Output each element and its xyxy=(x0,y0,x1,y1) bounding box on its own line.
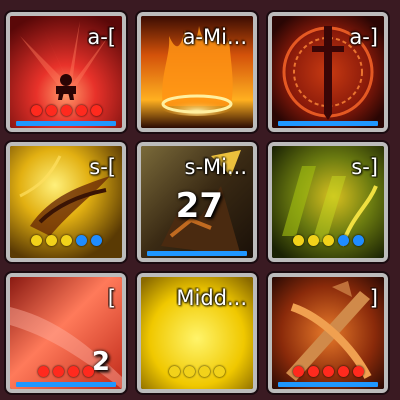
skill-hotbar-grid: a-[ a-Mi... a-] s-[s-Mi... 27 s-] [2 M… xyxy=(0,0,400,400)
keybind-label: s-Mi... xyxy=(184,156,248,178)
charge-pip-red xyxy=(337,366,349,377)
charge-pip-blue xyxy=(337,235,349,246)
skill-slot-7[interactable]: [ 2 xyxy=(6,273,126,393)
charge-pip-blue xyxy=(75,235,87,246)
keybind-label: a-[ xyxy=(87,26,116,48)
skill-slot-5[interactable]: s-Mi... 27 xyxy=(137,142,257,262)
charge-pips xyxy=(10,105,122,116)
cooldown-bar xyxy=(16,382,116,387)
charge-pips xyxy=(272,235,384,246)
charge-pip-yellow xyxy=(184,366,195,377)
charge-pip-red xyxy=(45,105,57,116)
skill-slot-2[interactable]: a-Mi... xyxy=(137,12,257,132)
cooldown-bar xyxy=(278,382,378,387)
charge-pip-red xyxy=(322,366,334,377)
charge-pip-red xyxy=(53,366,64,377)
skill-slot-3[interactable]: a-] xyxy=(268,12,388,132)
charge-pips xyxy=(141,366,253,377)
keybind-label: ] xyxy=(369,287,378,309)
cooldown-bar xyxy=(16,121,116,126)
cooldown-bar xyxy=(278,121,378,126)
skill-slot-4[interactable]: s-[ xyxy=(6,142,126,262)
keybind-label: s-] xyxy=(351,156,378,178)
keybind-label: Midd... xyxy=(176,287,247,309)
charge-pip-yellow xyxy=(60,235,72,246)
keybind-label: a-] xyxy=(349,26,378,48)
charge-count: 27 xyxy=(175,186,223,226)
charge-pip-yellow xyxy=(169,366,180,377)
charge-pip-red xyxy=(83,366,94,377)
charge-pip-yellow xyxy=(292,235,304,246)
cooldown-bar xyxy=(147,251,247,256)
charge-pip-yellow xyxy=(322,235,334,246)
charge-pip-yellow xyxy=(45,235,57,246)
keybind-label: [ xyxy=(107,287,116,309)
charge-pip-blue xyxy=(90,235,102,246)
skill-slot-9[interactable]: ] xyxy=(268,273,388,393)
charge-pip-yellow xyxy=(214,366,225,377)
charge-pip-red xyxy=(307,366,319,377)
charge-pip-red xyxy=(60,105,72,116)
charge-pip-red xyxy=(352,366,364,377)
skill-slot-1[interactable]: a-[ xyxy=(6,12,126,132)
charge-pip-red xyxy=(68,366,79,377)
keybind-label: a-Mi... xyxy=(182,26,247,48)
charge-pip-blue xyxy=(352,235,364,246)
charge-pip-red xyxy=(292,366,304,377)
charge-pip-red xyxy=(90,105,102,116)
charge-pips xyxy=(10,235,122,246)
charge-pip-red xyxy=(30,105,42,116)
charge-pips xyxy=(272,366,384,377)
charge-pip-red xyxy=(38,366,49,377)
charge-pip-yellow xyxy=(30,235,42,246)
charge-pip-yellow xyxy=(199,366,210,377)
charge-pip-red xyxy=(75,105,87,116)
charge-pip-yellow xyxy=(307,235,319,246)
skill-slot-8[interactable]: Midd... xyxy=(137,273,257,393)
skill-slot-6[interactable]: s-] xyxy=(268,142,388,262)
charge-pips xyxy=(10,366,122,377)
keybind-label: s-[ xyxy=(89,156,116,178)
